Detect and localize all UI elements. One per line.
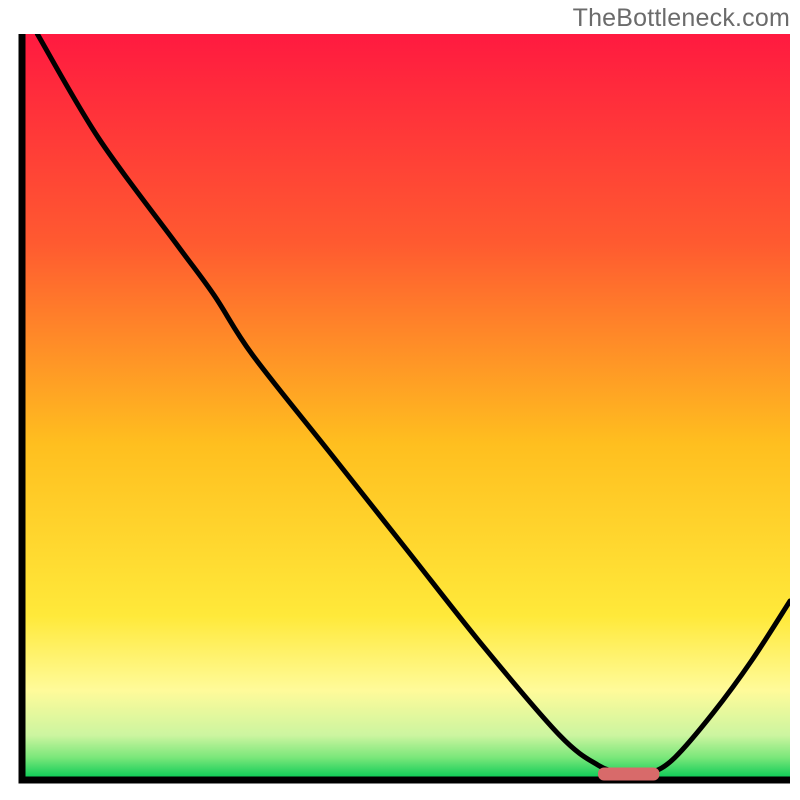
gradient-background	[22, 34, 790, 780]
watermark-label: TheBottleneck.com	[573, 4, 790, 33]
optimal-range-marker	[598, 768, 659, 781]
bottleneck-plot	[0, 0, 800, 800]
chart-frame: TheBottleneck.com	[0, 0, 800, 800]
